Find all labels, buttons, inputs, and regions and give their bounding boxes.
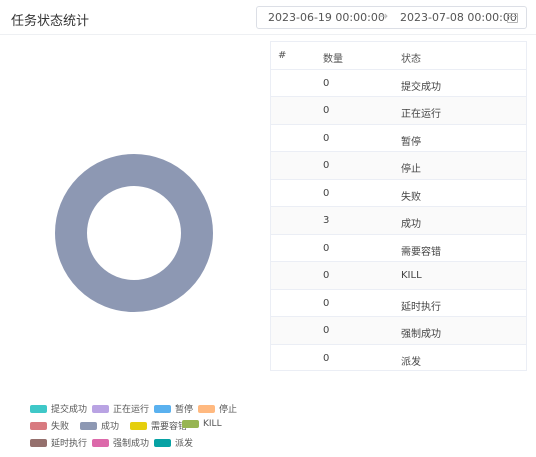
- row-status: 派发: [401, 356, 421, 368]
- date-end-input[interactable]: 2023-07-08 00:00:00: [400, 11, 517, 24]
- table-row: 3 成功: [271, 207, 526, 235]
- legend-label: 失败: [51, 422, 70, 432]
- table-row: 0 提交成功: [271, 70, 526, 97]
- legend-label: 停止: [219, 405, 238, 415]
- legend-item-dispatched[interactable]: 派发: [154, 436, 193, 450]
- legend-item-running[interactable]: 正在运行: [92, 402, 149, 416]
- row-count: 0: [323, 77, 330, 89]
- legend-row: 延时执行 强制成功 派发: [30, 436, 260, 453]
- row-count: 0: [323, 325, 330, 336]
- row-count: 0: [323, 105, 330, 116]
- row-count: 0: [323, 187, 330, 199]
- row-count: 0: [323, 132, 330, 144]
- table-header-row: # 数量 状态: [271, 42, 526, 70]
- donut-slice-5[interactable]: [55, 154, 213, 312]
- date-start-input[interactable]: 2023-06-19 00:00:00: [268, 11, 385, 24]
- table-row: 0 失败: [271, 180, 526, 207]
- chart-legend: 提交成功 正在运行 暂停 停止 失败 成功 需要容错 KILL 延时执行 强制成…: [30, 402, 260, 453]
- row-count: 0: [323, 160, 330, 171]
- legend-row: 失败 成功 需要容错 KILL: [30, 419, 260, 436]
- table-row: 0 暂停: [271, 125, 526, 152]
- table-row: 0 正在运行: [271, 97, 526, 125]
- row-count: 0: [323, 270, 330, 281]
- legend-item-success[interactable]: 成功: [80, 419, 119, 433]
- legend-swatch: [154, 404, 171, 413]
- legend-swatch: [92, 404, 109, 413]
- legend-swatch: [198, 404, 215, 413]
- legend-swatch: [30, 421, 47, 430]
- row-count: 0: [323, 352, 330, 364]
- legend-swatch: [30, 438, 47, 447]
- row-count: 3: [323, 215, 330, 226]
- header-divider: [0, 34, 536, 35]
- legend-swatch: [30, 404, 47, 413]
- row-status: 停止: [401, 164, 421, 175]
- legend-label: 提交成功: [51, 405, 88, 415]
- legend-item-paused[interactable]: 暂停: [154, 402, 193, 416]
- legend-swatch: [92, 438, 109, 447]
- legend-item-forced-success[interactable]: 强制成功: [92, 436, 149, 450]
- legend-swatch: [80, 421, 97, 430]
- row-status: 延时执行: [401, 301, 441, 313]
- row-status: 需要容错: [401, 246, 441, 258]
- legend-item-delayed[interactable]: 延时执行: [30, 436, 87, 450]
- legend-label: 暂停: [175, 405, 194, 415]
- date-range-picker[interactable]: 2023-06-19 00:00:00 → 2023-07-08 00:00:0…: [256, 6, 527, 29]
- column-header-status: 状态: [401, 54, 421, 65]
- calendar-icon[interactable]: [507, 13, 518, 23]
- card-title: 任务状态统计: [11, 14, 90, 29]
- legend-label: KILL: [203, 419, 222, 429]
- row-status: 提交成功: [401, 81, 441, 93]
- row-status: 成功: [401, 219, 421, 230]
- legend-label: 派发: [175, 439, 194, 449]
- column-header-index: #: [278, 50, 287, 61]
- legend-label: 延时执行: [51, 439, 88, 449]
- legend-item-failed[interactable]: 失败: [30, 419, 69, 433]
- row-status: 强制成功: [401, 329, 441, 340]
- row-status: 暂停: [401, 136, 421, 148]
- table-row: 0 KILL: [271, 262, 526, 290]
- date-range-separator: →: [378, 9, 389, 23]
- task-status-card: 任务状态统计 2023-06-19 00:00:00 → 2023-07-08 …: [0, 0, 536, 457]
- legend-label: 强制成功: [113, 439, 150, 449]
- table-row: 0 需要容错: [271, 235, 526, 262]
- row-status: 失败: [401, 191, 421, 203]
- row-status: 正在运行: [401, 109, 441, 120]
- legend-item-stopped[interactable]: 停止: [198, 402, 237, 416]
- legend-swatch: [130, 421, 147, 430]
- status-donut-chart[interactable]: [48, 147, 220, 319]
- column-header-count: 数量: [323, 54, 343, 65]
- row-status: KILL: [401, 270, 422, 281]
- table-row: 0 强制成功: [271, 317, 526, 345]
- table-row: 0 派发: [271, 345, 526, 373]
- legend-row: 提交成功 正在运行 暂停 停止: [30, 402, 260, 419]
- legend-label: 正在运行: [113, 405, 150, 415]
- status-table: # 数量 状态 0 提交成功 0 正在运行 0 暂停 0 停止 0 失败 3 成…: [270, 41, 527, 371]
- row-count: 0: [323, 242, 330, 254]
- row-count: 0: [323, 297, 330, 309]
- legend-label: 成功: [101, 422, 120, 432]
- legend-swatch: [154, 438, 171, 447]
- legend-item-kill[interactable]: KILL: [182, 419, 222, 433]
- legend-item-submitted[interactable]: 提交成功: [30, 402, 87, 416]
- table-row: 0 停止: [271, 152, 526, 180]
- legend-item-need-fault-tolerance[interactable]: 需要容错: [130, 419, 187, 433]
- legend-swatch: [182, 420, 199, 428]
- table-row: 0 延时执行: [271, 290, 526, 317]
